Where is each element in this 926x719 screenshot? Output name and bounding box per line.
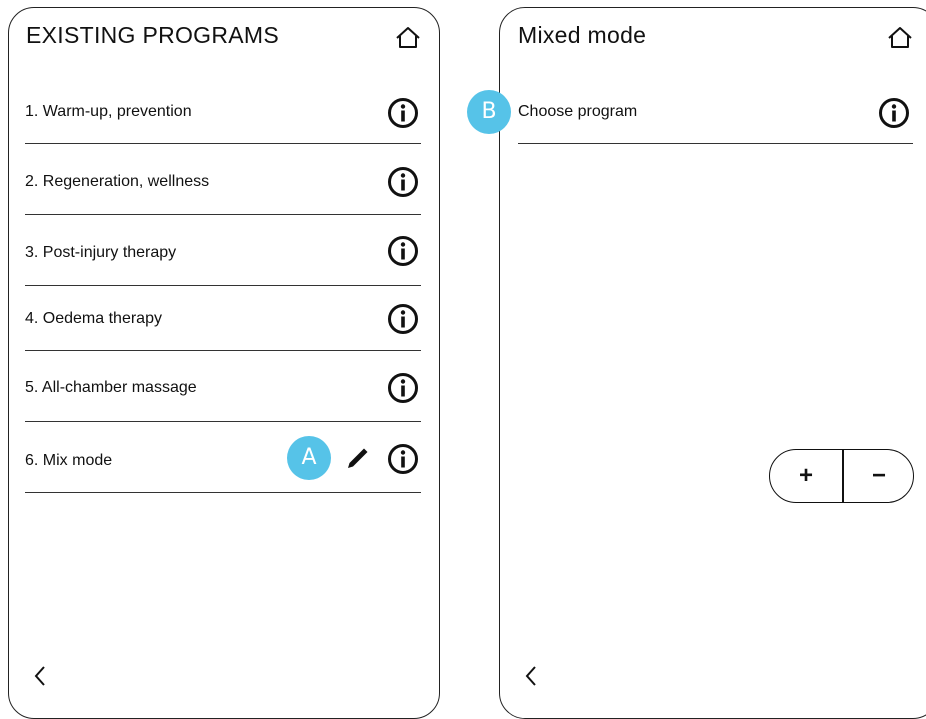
program-row-3[interactable]: 3. Post-injury therapy [25, 214, 421, 286]
marker-a: A [287, 436, 331, 480]
program-row-2[interactable]: 2. Regeneration, wellness [25, 143, 421, 215]
program-row-5[interactable]: 5. All-chamber massage [25, 350, 421, 422]
info-icon[interactable] [387, 235, 419, 267]
program-row-1[interactable]: 1. Warm-up, prevention [25, 80, 421, 144]
program-label: 5. All-chamber massage [25, 379, 197, 396]
mixed-mode-title: Mixed mode [518, 22, 647, 48]
pencil-icon[interactable] [344, 444, 372, 472]
info-icon[interactable] [387, 97, 419, 129]
program-label: 4. Oedema therapy [25, 310, 162, 327]
info-icon[interactable] [387, 303, 419, 335]
choose-program-label: Choose program [518, 103, 638, 120]
chevron-left-icon[interactable] [31, 664, 49, 688]
quantity-stepper: + − [769, 449, 914, 503]
info-icon[interactable] [878, 97, 910, 129]
program-label: 3. Post-injury therapy [25, 244, 177, 261]
plus-button[interactable]: + [770, 450, 842, 502]
marker-b: B [467, 90, 511, 134]
info-icon[interactable] [387, 166, 419, 198]
info-icon[interactable] [387, 443, 419, 475]
program-row-4[interactable]: 4. Oedema therapy [25, 285, 421, 351]
chevron-left-icon[interactable] [522, 664, 540, 688]
program-label: 1. Warm-up, prevention [25, 103, 192, 120]
home-icon[interactable] [886, 26, 914, 50]
page-title: EXISTING PROGRAMS [26, 22, 280, 48]
program-label: 6. Mix mode [25, 452, 113, 469]
choose-program-row[interactable]: Choose program [518, 80, 913, 144]
minus-button[interactable]: − [843, 450, 915, 502]
home-icon[interactable] [394, 26, 422, 50]
info-icon[interactable] [387, 372, 419, 404]
program-label: 2. Regeneration, wellness [25, 173, 210, 190]
